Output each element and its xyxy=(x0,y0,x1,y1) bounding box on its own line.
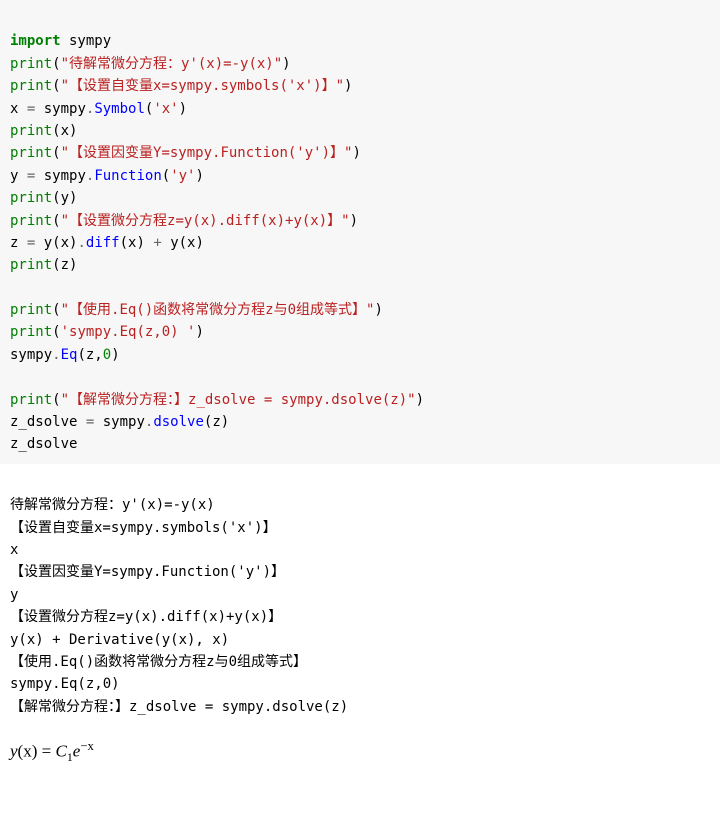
code-line: print("【设置自变量x=sympy.symbols('x')】") xyxy=(10,78,352,94)
print-call: print xyxy=(10,257,52,273)
output-line: 【设置微分方程z=y(x).diff(x)+y(x)】 xyxy=(10,609,282,625)
string-literal: "【解常微分方程：】z_dsolve = sympy.dsolve(z)" xyxy=(61,392,416,408)
math-exp: −x xyxy=(80,739,94,753)
code-line: print(z) xyxy=(10,257,77,273)
output-line: y(x) + Derivative(y(x), x) xyxy=(10,632,229,648)
module-name: sympy xyxy=(61,33,112,49)
code-line: sympy.Eq(z,0) xyxy=(10,347,120,363)
code-line: z_dsolve xyxy=(10,436,77,452)
code-line: import sympy xyxy=(10,33,111,49)
output-line: sympy.Eq(z,0) xyxy=(10,676,128,692)
print-call: print xyxy=(10,302,52,318)
code-line: print('sympy.Eq(z,0) ') xyxy=(10,324,204,340)
string-literal: "【使用.Eq()函数将常微分方程z与0组成等式】" xyxy=(61,302,375,318)
output-line: x xyxy=(10,542,18,558)
code-line: z_dsolve = sympy.dsolve(z) xyxy=(10,414,229,430)
function-call: Function xyxy=(94,168,161,184)
math-output: y(x) = C1e−x xyxy=(0,726,720,773)
code-line: print("【设置因变量Y=sympy.Function('y')】") xyxy=(10,145,361,161)
import-keyword: import xyxy=(10,33,61,49)
code-line: print(x) xyxy=(10,123,77,139)
code-cell: import sympy print("待解常微分方程：y'(x)=-y(x)"… xyxy=(0,0,720,464)
dsolve-call: dsolve xyxy=(153,414,204,430)
code-line: print("【使用.Eq()函数将常微分方程z与0组成等式】") xyxy=(10,302,383,318)
output-line: 【设置自变量x=sympy.symbols('x')】 xyxy=(10,520,277,536)
string-literal: "待解常微分方程：y'(x)=-y(x)" xyxy=(61,56,283,72)
string-literal: "【设置微分方程z=y(x).diff(x)+y(x)】" xyxy=(61,213,350,229)
string-literal: "【设置因变量Y=sympy.Function('y')】" xyxy=(61,145,353,161)
print-call: print xyxy=(10,123,52,139)
output-line: 【使用.Eq()函数将常微分方程z与0组成等式】 xyxy=(10,654,307,670)
print-call: print xyxy=(10,213,52,229)
code-line: x = sympy.Symbol('x') xyxy=(10,101,187,117)
output-cell: 待解常微分方程：y'(x)=-y(x) 【设置自变量x=sympy.symbol… xyxy=(0,464,720,726)
print-call: print xyxy=(10,78,52,94)
math-paren-x: (x) xyxy=(18,742,38,761)
print-call: print xyxy=(10,190,52,206)
output-line: 待解常微分方程：y'(x)=-y(x) xyxy=(10,497,215,513)
math-C: C xyxy=(55,742,66,761)
string-literal: 'sympy.Eq(z,0) ' xyxy=(61,324,196,340)
print-call: print xyxy=(10,324,52,340)
code-line: print(y) xyxy=(10,190,77,206)
code-line: print("【设置微分方程z=y(x).diff(x)+y(x)】") xyxy=(10,213,358,229)
print-call: print xyxy=(10,56,52,72)
output-line: y xyxy=(10,587,18,603)
code-line: z = y(x).diff(x) + y(x) xyxy=(10,235,204,251)
math-y: y xyxy=(10,742,18,761)
symbol-call: Symbol xyxy=(94,101,145,117)
code-line: print("待解常微分方程：y'(x)=-y(x)") xyxy=(10,56,291,72)
diff-call: diff xyxy=(86,235,120,251)
output-line: 【解常微分方程：】z_dsolve = sympy.dsolve(z) xyxy=(10,699,348,715)
print-call: print xyxy=(10,145,52,161)
output-line: 【设置因变量Y=sympy.Function('y')】 xyxy=(10,564,285,580)
string-literal: "【设置自变量x=sympy.symbols('x')】" xyxy=(61,78,344,94)
code-line: print("【解常微分方程：】z_dsolve = sympy.dsolve(… xyxy=(10,392,424,408)
eq-call: Eq xyxy=(61,347,78,363)
math-eq: = xyxy=(37,742,55,761)
print-call: print xyxy=(10,392,52,408)
code-line: y = sympy.Function('y') xyxy=(10,168,204,184)
